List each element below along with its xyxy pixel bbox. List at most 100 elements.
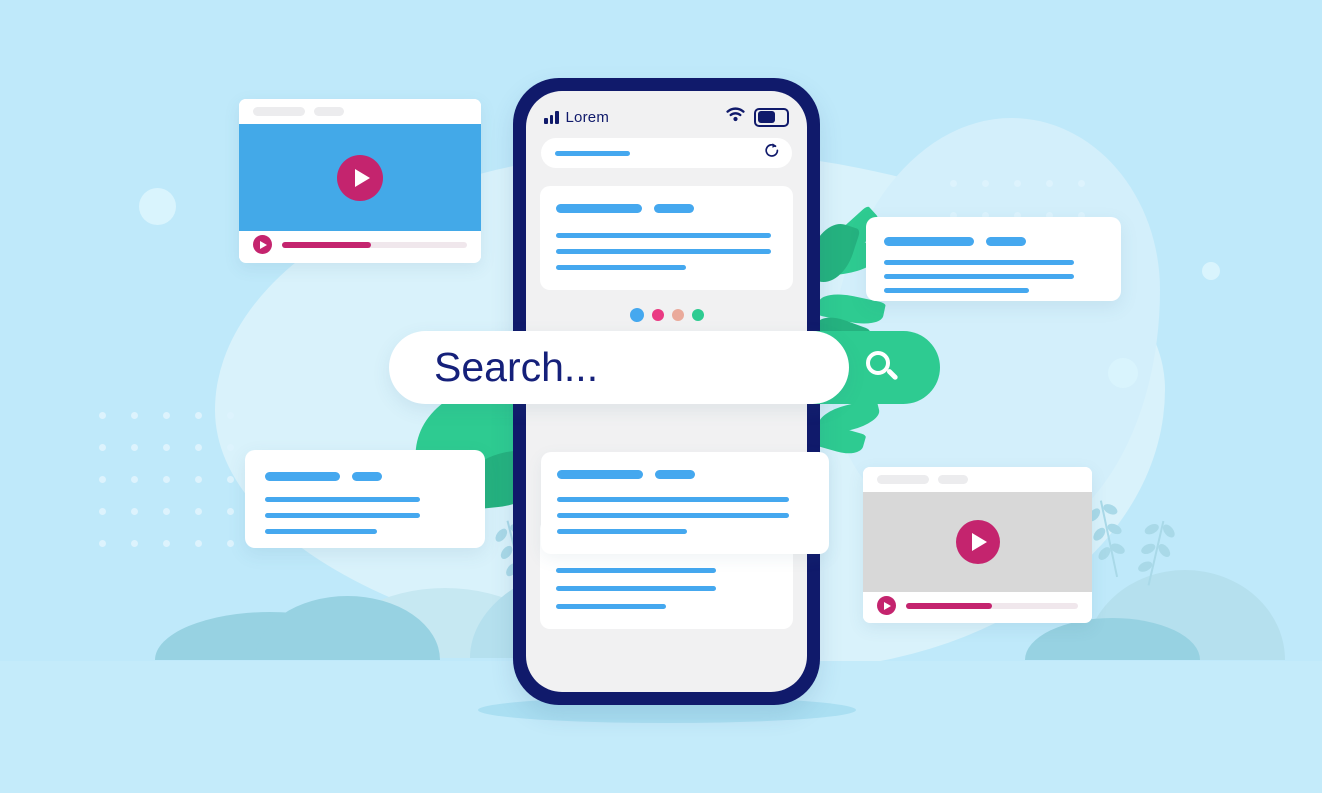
play-icon[interactable] <box>337 154 383 201</box>
body-line <box>557 497 789 502</box>
heading-pill <box>265 472 340 481</box>
heading-pill <box>884 237 974 246</box>
card-line-group <box>556 233 777 270</box>
heading-pill <box>654 204 694 213</box>
decor-dot <box>131 412 138 419</box>
decor-dot <box>1078 180 1085 187</box>
decor-dot <box>1014 180 1021 187</box>
reload-icon[interactable] <box>764 142 780 164</box>
illustration-canvas: Lorem Search... <box>0 0 1322 793</box>
decor-dot <box>99 508 106 515</box>
body-line <box>884 260 1074 265</box>
heading-pill <box>557 470 643 479</box>
battery-icon <box>754 107 789 127</box>
heading-pill <box>556 204 642 213</box>
card-line-group <box>884 260 1103 293</box>
video-screen[interactable] <box>239 124 481 231</box>
decor-circle-1 <box>139 188 176 225</box>
pagination-dot[interactable] <box>651 309 664 321</box>
decor-dot <box>227 444 234 451</box>
decor-dot <box>195 444 202 451</box>
decor-dot <box>131 444 138 451</box>
body-line <box>265 513 420 518</box>
body-line <box>556 604 666 609</box>
search-bar[interactable]: Search... <box>389 331 940 404</box>
decor-dot <box>99 412 106 419</box>
text-card-left-bottom[interactable] <box>245 450 485 548</box>
decor-dot <box>195 476 202 483</box>
video-screen[interactable] <box>863 492 1092 592</box>
body-line <box>265 497 420 502</box>
pagination-dot-active[interactable] <box>629 308 644 322</box>
pagination-dot[interactable] <box>671 309 684 321</box>
body-line <box>265 529 377 534</box>
status-bar-right <box>726 107 789 127</box>
status-bar-left: Lorem <box>544 109 609 126</box>
decor-dot <box>99 540 106 547</box>
body-line <box>556 586 716 591</box>
decor-dot <box>163 540 170 547</box>
decor-dot <box>163 444 170 451</box>
video-card-left[interactable] <box>239 99 481 263</box>
heading-pill <box>986 237 1026 246</box>
search-input-text: Search... <box>434 344 599 390</box>
decor-dot <box>163 476 170 483</box>
progress-track[interactable] <box>282 241 467 248</box>
status-bar: Lorem <box>526 91 807 127</box>
body-line <box>884 288 1029 293</box>
heading-pill <box>352 472 382 481</box>
decor-dot <box>982 180 989 187</box>
decor-circle-2 <box>1108 358 1138 388</box>
signal-bars-icon <box>544 110 559 124</box>
decor-dot <box>163 412 170 419</box>
video-card-right[interactable] <box>863 467 1092 623</box>
body-line <box>556 249 771 254</box>
heading-pill <box>655 470 695 479</box>
decor-dot <box>195 540 202 547</box>
content-card-wide[interactable] <box>541 452 829 554</box>
decor-dot <box>99 444 106 451</box>
card-heading-group <box>265 472 465 481</box>
card-line-group <box>265 497 465 534</box>
video-controls[interactable] <box>863 592 1092 619</box>
titlebar-pill <box>253 107 305 116</box>
url-bar[interactable] <box>541 138 792 168</box>
search-input[interactable]: Search... <box>389 331 849 404</box>
progress-track[interactable] <box>906 602 1078 609</box>
card-line-group <box>557 497 813 534</box>
decor-dot <box>227 476 234 483</box>
play-icon-small[interactable] <box>877 596 896 615</box>
dot-grid-left <box>99 412 259 572</box>
progress-fill <box>282 241 371 248</box>
decor-circle-3 <box>1202 262 1220 280</box>
decor-dot <box>131 540 138 547</box>
body-line <box>556 568 716 573</box>
text-card-right-top[interactable] <box>866 217 1121 301</box>
decor-dot <box>195 508 202 515</box>
wifi-icon <box>726 107 745 127</box>
decor-dot <box>227 412 234 419</box>
decor-dot <box>950 180 957 187</box>
video-controls[interactable] <box>239 231 481 258</box>
card-heading-group <box>557 470 813 479</box>
body-line <box>556 265 686 270</box>
play-icon-small[interactable] <box>253 235 272 254</box>
titlebar-pill <box>314 107 344 116</box>
titlebar-pill <box>938 475 968 484</box>
decor-dot <box>195 412 202 419</box>
card-heading-group <box>884 237 1103 246</box>
decor-dot <box>163 508 170 515</box>
progress-fill <box>906 602 992 609</box>
card-heading-group <box>556 204 777 213</box>
content-card[interactable] <box>540 186 793 290</box>
decor-dot <box>227 540 234 547</box>
pagination-dots[interactable] <box>526 308 807 322</box>
decor-dot <box>131 508 138 515</box>
pagination-dot[interactable] <box>691 309 704 321</box>
search-icon <box>866 350 900 385</box>
decor-dot <box>131 476 138 483</box>
play-icon[interactable] <box>955 520 1000 564</box>
card-line-group <box>556 568 777 609</box>
url-placeholder-bar <box>555 150 630 156</box>
body-line <box>884 274 1074 279</box>
